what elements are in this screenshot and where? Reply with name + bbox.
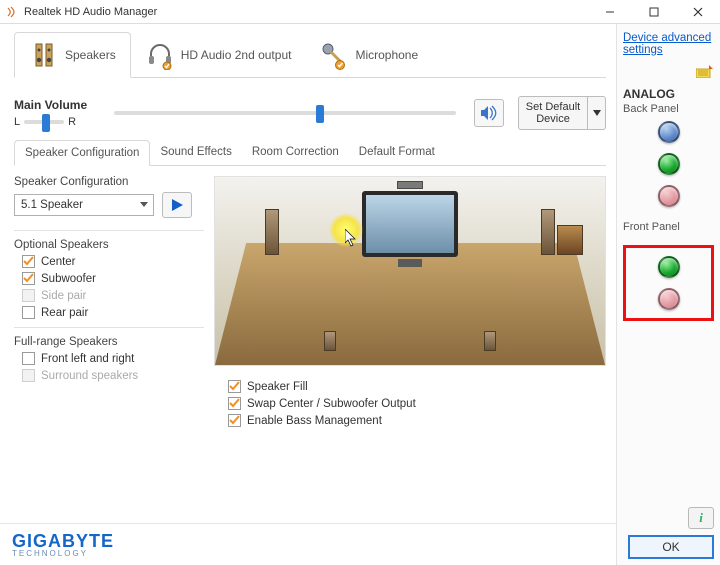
visual-front-right-speaker[interactable] [541, 209, 555, 255]
front-panel-highlight-box [623, 245, 714, 321]
tab-hd-audio-2nd[interactable]: HD Audio 2nd output [131, 32, 306, 77]
speaker-config-selected: 5.1 Speaker [21, 199, 83, 211]
front-jack-mic[interactable] [658, 288, 680, 310]
opt-rear-pair-label: Rear pair [41, 307, 88, 319]
checkbox-swap-center[interactable] [228, 397, 241, 410]
brand-top: GIGABYTE [12, 532, 114, 550]
tab-microphone[interactable]: Microphone [305, 32, 432, 77]
checkbox-side-pair [22, 289, 35, 302]
opt-subwoofer-label: Subwoofer [41, 273, 96, 285]
speaker-config-select[interactable]: 5.1 Speaker [14, 194, 154, 216]
sub-tab-room-correction[interactable]: Room Correction [242, 140, 349, 165]
test-play-button[interactable] [162, 192, 192, 218]
set-default-device-button[interactable]: Set Default Device [518, 96, 606, 130]
visual-rear-right-speaker[interactable] [484, 331, 496, 351]
sub-tab-speaker-config[interactable]: Speaker Configuration [14, 140, 150, 166]
microphone-icon [319, 40, 349, 70]
opt-center-label: Center [41, 256, 76, 268]
analog-label: ANALOG [623, 87, 714, 101]
balance-slider[interactable] [24, 120, 64, 124]
tab-hd-audio-2nd-label: HD Audio 2nd output [181, 48, 292, 62]
checkbox-center[interactable] [22, 255, 35, 268]
back-panel-label: Back Panel [623, 103, 714, 115]
checkbox-subwoofer[interactable] [22, 272, 35, 285]
main-volume-row: Main Volume L R Set Default Device [14, 96, 606, 130]
checkbox-rear-pair[interactable] [22, 306, 35, 319]
device-tabs: Speakers HD Audio 2nd output Microphone [14, 32, 606, 78]
cursor-icon [345, 229, 359, 247]
visual-tv [362, 191, 458, 257]
visual-subwoofer[interactable] [557, 225, 583, 255]
back-jack-mic[interactable] [658, 185, 680, 207]
swap-center-label: Swap Center / Subwoofer Output [247, 398, 416, 410]
balance-R-label: R [68, 116, 76, 128]
play-icon [170, 198, 184, 212]
maximize-button[interactable] [632, 0, 676, 24]
optional-speakers-label: Optional Speakers [14, 239, 204, 251]
visual-front-left-speaker[interactable] [265, 209, 279, 255]
footer: GIGABYTE TECHNOLOGY [0, 523, 616, 565]
device-advanced-settings-link[interactable]: Device advanced settings [623, 32, 714, 56]
checkbox-speaker-fill[interactable] [228, 380, 241, 393]
full-range-label: Full-range Speakers [14, 336, 204, 348]
front-lr-label: Front left and right [41, 353, 134, 365]
title-bar: Realtek HD Audio Manager [0, 0, 720, 24]
tab-speakers-label: Speakers [65, 48, 116, 62]
speakers-icon [29, 40, 59, 70]
app-icon [6, 6, 18, 18]
headphones-icon [145, 40, 175, 70]
enable-bass-label: Enable Bass Management [247, 415, 382, 427]
config-sub-tabs: Speaker Configuration Sound Effects Room… [14, 140, 606, 166]
surround-label: Surround speakers [41, 370, 138, 382]
side-panel: Device advanced settings ANALOG Back Pan… [616, 24, 720, 565]
main-volume-label: Main Volume [14, 98, 106, 112]
front-panel-label: Front Panel [623, 221, 714, 233]
ok-button[interactable]: OK [628, 535, 714, 559]
minimize-button[interactable] [588, 0, 632, 24]
close-button[interactable] [676, 0, 720, 24]
set-default-device-label: Set Default Device [519, 97, 587, 129]
brand-sub: TECHNOLOGY [12, 550, 114, 558]
checkbox-surround [22, 369, 35, 382]
connector-settings-icon[interactable] [696, 64, 714, 81]
window-title: Realtek HD Audio Manager [24, 6, 588, 18]
speaker-layout-visual[interactable] [214, 176, 606, 366]
chevron-down-icon [593, 110, 601, 116]
chevron-down-icon [139, 199, 149, 212]
back-jack-line-in[interactable] [658, 121, 680, 143]
balance-L-label: L [14, 116, 20, 128]
tab-microphone-label: Microphone [355, 48, 418, 62]
sub-tab-default-format[interactable]: Default Format [349, 140, 445, 165]
speaker-fill-label: Speaker Fill [247, 381, 308, 393]
sound-icon [480, 105, 498, 121]
brand-logo: GIGABYTE TECHNOLOGY [12, 532, 114, 558]
checkbox-enable-bass[interactable] [228, 414, 241, 427]
tab-speakers[interactable]: Speakers [14, 32, 131, 78]
info-button[interactable]: i [688, 507, 714, 529]
checkbox-front-lr[interactable] [22, 352, 35, 365]
front-jack-headphone[interactable] [658, 256, 680, 278]
speaker-config-label: Speaker Configuration [14, 176, 204, 188]
set-default-dropdown[interactable] [587, 97, 605, 129]
mute-button[interactable] [474, 99, 504, 127]
back-jack-line-out[interactable] [658, 153, 680, 175]
sub-tab-sound-effects[interactable]: Sound Effects [150, 140, 241, 165]
visual-rear-left-speaker[interactable] [324, 331, 336, 351]
visual-center-speaker[interactable] [397, 181, 423, 189]
main-volume-slider[interactable] [114, 111, 456, 115]
opt-side-pair-label: Side pair [41, 290, 86, 302]
